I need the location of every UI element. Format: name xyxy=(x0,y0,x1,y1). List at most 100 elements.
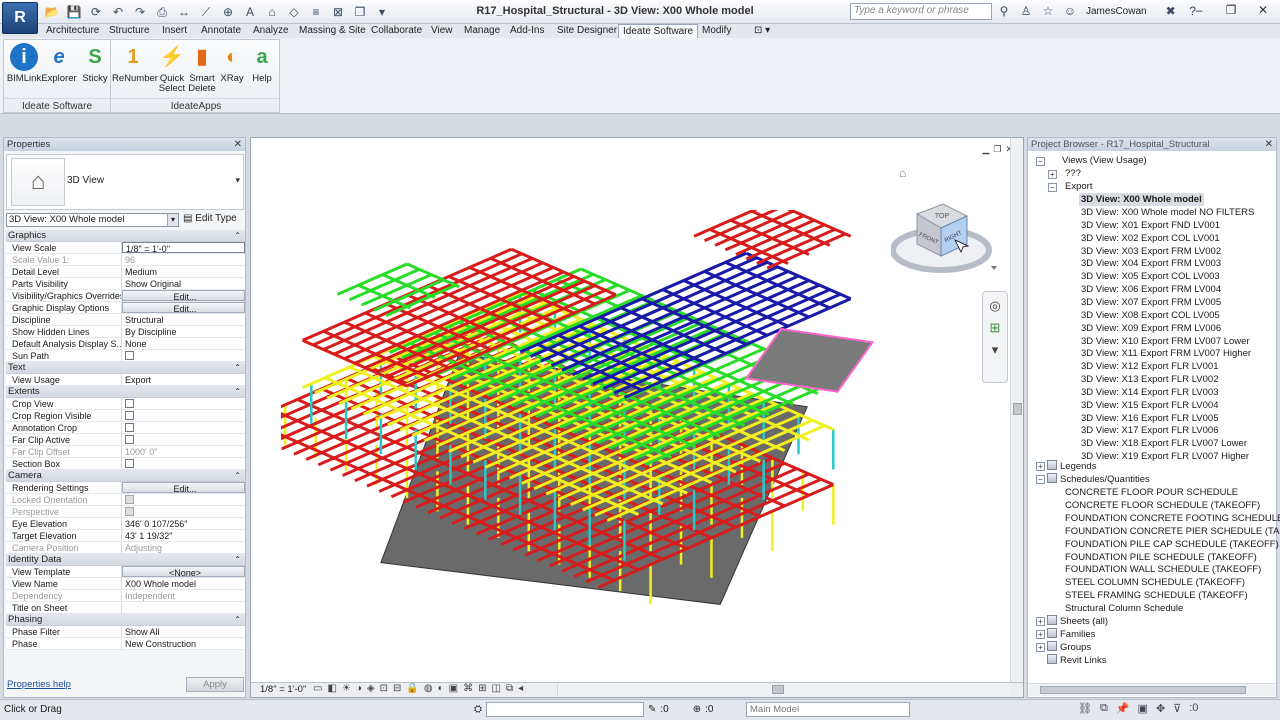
tab-insert[interactable]: Insert xyxy=(162,24,187,38)
property-edit-button[interactable]: Edit... xyxy=(122,290,245,301)
crop-region-icon[interactable]: ⊟ xyxy=(393,683,401,694)
vertical-scrollbar[interactable] xyxy=(1010,138,1023,682)
tree-views-root[interactable]: Views (View Usage) xyxy=(1062,154,1147,167)
collapse-icon[interactable]: − xyxy=(1036,475,1045,484)
browser-horizontal-scrollbar[interactable] xyxy=(1028,683,1276,696)
checkbox[interactable] xyxy=(125,435,134,444)
tree-schedule-item[interactable]: FOUNDATION PILE SCHEDULE (TAKEOFF) xyxy=(1065,551,1257,564)
quick-select-button[interactable]: ⚡ Quick Select xyxy=(155,43,189,94)
property-edit-button[interactable]: Edit... xyxy=(122,302,245,313)
section-header[interactable]: Text ⌃ xyxy=(6,362,245,374)
editable-only-icon[interactable]: ✎ xyxy=(648,704,656,715)
tree-view-item[interactable]: 3D View: X01 Export FND LV001 xyxy=(1081,219,1220,232)
crop-view-icon[interactable]: ⊡ xyxy=(380,683,388,694)
reveal-hidden-icon[interactable]: ◐ xyxy=(438,683,444,694)
tab-analyze[interactable]: Analyze xyxy=(253,24,289,38)
save-icon[interactable]: 💾 xyxy=(64,4,84,20)
collapse-icon[interactable]: − xyxy=(1036,157,1045,166)
undo-icon[interactable]: ↶ xyxy=(108,4,128,20)
drag-elements-icon[interactable]: ✥ xyxy=(1156,702,1165,715)
tree-view-item[interactable]: 3D View: X08 Export COL LV005 xyxy=(1081,309,1220,322)
renumber-button[interactable]: 1 ReNumber xyxy=(112,43,158,84)
tree-schedule-item[interactable]: Structural Column Schedule xyxy=(1065,602,1183,615)
tree-view-item[interactable]: 3D View: X07 Export FRM LV005 xyxy=(1081,296,1221,309)
collapse-icon[interactable]: ⌃ xyxy=(234,386,241,398)
exchange-apps-icon[interactable]: ✖ xyxy=(1163,3,1179,19)
open-icon[interactable]: 📂 xyxy=(42,4,62,20)
tab-modify[interactable]: Modify xyxy=(702,24,731,38)
tree-groups[interactable]: Groups xyxy=(1047,641,1091,654)
tree-view-item[interactable]: 3D View: X18 Export FLR LV007 Lower xyxy=(1081,437,1247,450)
property-edit-button[interactable]: <None> xyxy=(122,566,245,577)
expand-icon[interactable]: + xyxy=(1036,630,1045,639)
tree-view-item[interactable]: 3D View: X11 Export FRM LV007 Higher xyxy=(1081,347,1251,360)
section-icon[interactable]: ◇ xyxy=(284,4,304,20)
properties-help-link[interactable]: Properties help xyxy=(7,679,71,690)
thin-lines-icon[interactable]: ≡ xyxy=(306,4,326,20)
collapse-icon[interactable]: ⌃ xyxy=(234,470,241,482)
3d-view-icon[interactable]: ⌂ xyxy=(262,4,282,20)
property-edit-button[interactable]: Edit... xyxy=(122,482,245,493)
property-value[interactable] xyxy=(122,410,245,421)
horizontal-scrollbar[interactable] xyxy=(557,684,1010,696)
binoculars-icon[interactable]: ⚲ xyxy=(996,3,1012,19)
property-value[interactable]: 1/8" = 1'-0" xyxy=(122,242,245,253)
checkbox[interactable] xyxy=(125,399,134,408)
tree-view-item[interactable]: 3D View: X17 Export FLR LV006 xyxy=(1081,424,1218,437)
tag-icon[interactable]: ⊕ xyxy=(218,4,238,20)
tab-view[interactable]: View xyxy=(431,24,453,38)
bimlink-button[interactable]: i BIMLink xyxy=(6,43,42,84)
home-icon[interactable]: ⌂ xyxy=(899,166,906,180)
tab-massing-site[interactable]: Massing & Site xyxy=(299,24,366,38)
view-scale[interactable]: 1/8" = 1'-0" xyxy=(260,684,306,695)
property-value[interactable]: Export xyxy=(122,374,245,385)
tab-architecture[interactable]: Architecture xyxy=(46,24,99,38)
property-value[interactable] xyxy=(122,422,245,433)
temp-view-properties-icon[interactable]: ▣ xyxy=(449,683,458,694)
tree-export[interactable]: Export xyxy=(1065,180,1092,193)
ribbon-minimize-icon[interactable]: ⊡ ▾ xyxy=(754,24,770,38)
tree-view-item[interactable]: 3D View: X05 Export COL LV003 xyxy=(1081,270,1220,283)
worksharing-display-icon[interactable]: ⧉ xyxy=(506,683,513,694)
tree-view-item[interactable]: 3D View: X16 Export FLR LV005 xyxy=(1081,412,1218,425)
tree-schedule-item[interactable]: STEEL COLUMN SCHEDULE (TAKEOFF) xyxy=(1065,576,1245,589)
property-value[interactable]: Structural xyxy=(122,314,245,325)
property-value[interactable]: New Construction xyxy=(122,638,245,649)
checkbox[interactable] xyxy=(125,351,134,360)
collapse-icon[interactable]: ⌃ xyxy=(234,362,241,374)
worksets-icon[interactable]: ⛭ xyxy=(474,704,482,715)
tab-structure[interactable]: Structure xyxy=(109,24,150,38)
filter-icon[interactable]: ⊽ xyxy=(1173,702,1181,715)
tree-schedule-item[interactable]: FOUNDATION CONCRETE FOOTING SCHEDULE (TA… xyxy=(1065,512,1280,525)
tree-schedule-item[interactable]: CONCRETE FLOOR SCHEDULE (TAKEOFF) xyxy=(1065,499,1260,512)
rendering-icon[interactable]: ◈ xyxy=(367,683,375,694)
tree-legends[interactable]: Legends xyxy=(1047,460,1096,473)
switch-windows-icon[interactable]: ❐ xyxy=(350,4,370,20)
tree-view-item[interactable]: 3D View: X00 Whole model NO FILTERS xyxy=(1081,206,1254,219)
tree-view-item[interactable]: 3D View: X02 Export COL LV001 xyxy=(1081,232,1220,245)
horizontal-scroll-thumb[interactable] xyxy=(772,685,784,694)
apply-button[interactable]: Apply xyxy=(186,677,244,692)
nav-options-icon[interactable]: ▾ xyxy=(987,342,1003,358)
tree-schedule-item[interactable]: FOUNDATION WALL SCHEDULE (TAKEOFF) xyxy=(1065,563,1261,576)
lock-view-icon[interactable]: 🔒 xyxy=(406,683,418,694)
tab-annotate[interactable]: Annotate xyxy=(201,24,241,38)
property-value[interactable] xyxy=(122,458,245,469)
property-value[interactable] xyxy=(122,434,245,445)
favorites-icon[interactable]: ☆ xyxy=(1040,3,1056,19)
browser-scroll-thumb[interactable] xyxy=(1040,686,1246,694)
steering-wheel-icon[interactable]: ◎ xyxy=(987,298,1003,314)
print-icon[interactable]: ⎙ xyxy=(152,4,172,20)
close-button[interactable]: ✕ xyxy=(1252,3,1274,19)
user-name[interactable]: JamesCowan xyxy=(1086,6,1147,17)
property-value[interactable]: By Discipline xyxy=(122,326,245,337)
tree-view-item[interactable]: 3D View: X09 Export FRM LV006 xyxy=(1081,322,1221,335)
tab-ideate-software[interactable]: Ideate Software xyxy=(618,24,699,38)
smart-delete-button[interactable]: ▮ Smart Delete xyxy=(185,43,219,94)
text-icon[interactable]: A xyxy=(240,4,260,20)
tree-view-item[interactable]: 3D View: X10 Export FRM LV007 Lower xyxy=(1081,335,1250,348)
expand-icon[interactable]: + xyxy=(1036,643,1045,652)
expand-icon[interactable]: + xyxy=(1036,462,1045,471)
temp-hide-icon[interactable]: ◍ xyxy=(424,683,433,694)
shadows-icon[interactable]: ◑ xyxy=(356,683,362,694)
